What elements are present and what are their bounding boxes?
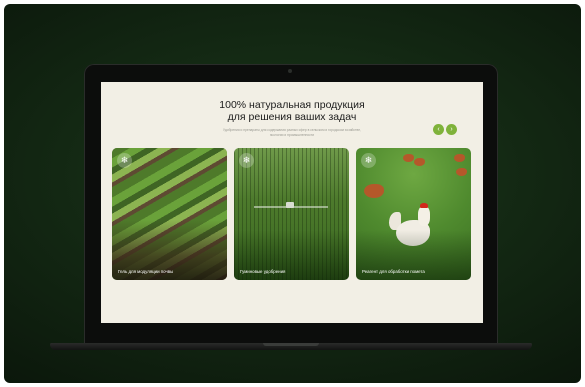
laptop: 100% натуральная продукция для решения в… bbox=[84, 64, 498, 347]
chicken bbox=[454, 154, 465, 162]
camera-icon bbox=[288, 69, 292, 73]
product-card-manure-reagent[interactable]: ❄ Реагент для обработки помета bbox=[356, 148, 471, 280]
page-title-line-1: 100% натуральная продукция bbox=[219, 99, 365, 111]
chicken bbox=[364, 184, 384, 198]
tractor bbox=[286, 202, 294, 208]
chicken bbox=[414, 158, 425, 166]
carousel-next-button[interactable]: › bbox=[446, 124, 457, 135]
laptop-notch bbox=[263, 343, 319, 346]
page-subtitle: Удобрения и препараты для содержания раз… bbox=[223, 128, 361, 137]
product-card-soil-gel[interactable]: ❄ Гель для модуляции почвы bbox=[112, 148, 227, 280]
hen-neck bbox=[418, 206, 430, 226]
chicken bbox=[456, 168, 467, 176]
snowflake-icon: ❄ bbox=[361, 153, 376, 168]
chicken bbox=[403, 154, 414, 162]
product-card-humic-fertilizer[interactable]: ❄ Гуминовые удобрения bbox=[234, 148, 349, 280]
card-label: Гель для модуляции почвы bbox=[118, 268, 174, 274]
backdrop: 100% натуральная продукция для решения в… bbox=[4, 4, 581, 383]
laptop-base bbox=[50, 343, 532, 350]
snowflake-icon: ❄ bbox=[117, 153, 132, 168]
hen-comb bbox=[420, 203, 428, 208]
card-label: Гуминовые удобрения bbox=[240, 268, 286, 274]
chevron-right-icon: › bbox=[450, 126, 453, 133]
card-label: Реагент для обработки помета bbox=[362, 268, 425, 274]
carousel-prev-button[interactable]: ‹ bbox=[433, 124, 444, 135]
snowflake-icon: ❄ bbox=[239, 153, 254, 168]
chevron-left-icon: ‹ bbox=[437, 126, 440, 133]
page-title-line-2: для решения ваших задач bbox=[227, 111, 357, 123]
laptop-screen: 100% натуральная продукция для решения в… bbox=[101, 82, 483, 323]
page-title: 100% натуральная продукция для решения в… bbox=[101, 99, 483, 123]
